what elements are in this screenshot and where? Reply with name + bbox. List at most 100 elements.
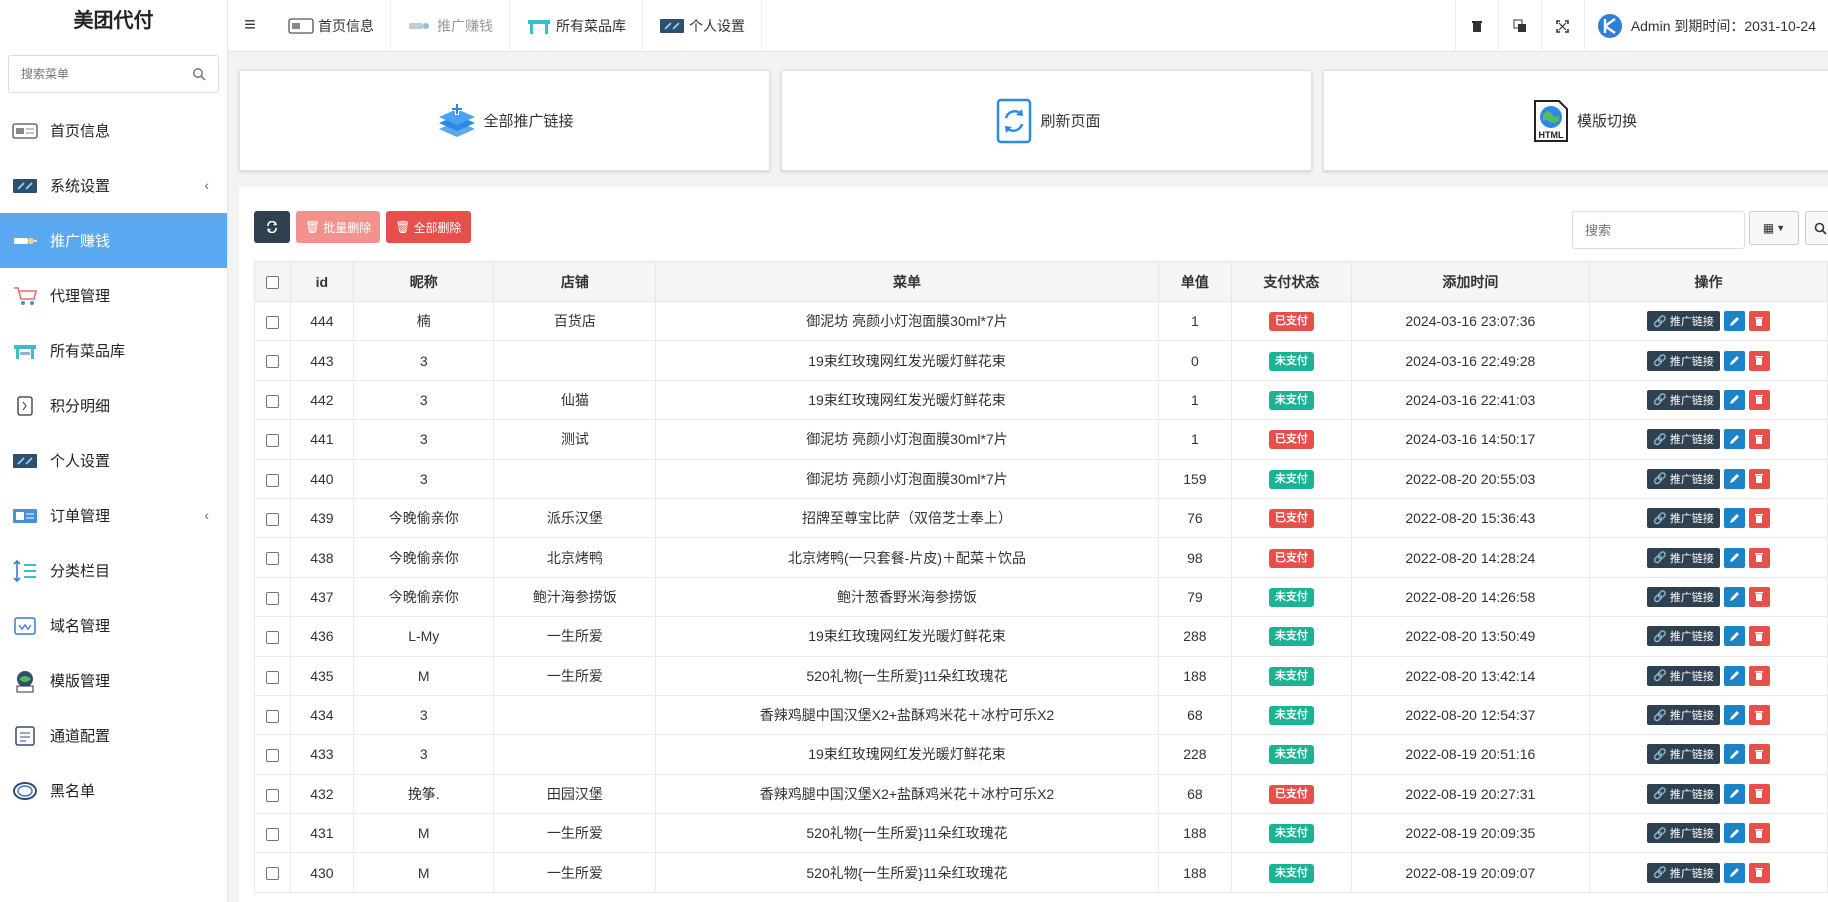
edit-button[interactable]: [1723, 547, 1745, 568]
edit-button[interactable]: [1723, 311, 1745, 332]
promo-link-button[interactable]: 🔗 推广链接: [1647, 468, 1720, 489]
edit-button[interactable]: [1723, 705, 1745, 726]
sidebar-item-category[interactable]: 分类栏目: [0, 543, 227, 598]
batch-delete-button[interactable]: 🗑 批量删除: [296, 211, 381, 243]
delete-button[interactable]: [1748, 665, 1770, 686]
search-button[interactable]: [1805, 211, 1828, 245]
delete-button[interactable]: [1748, 311, 1770, 332]
col-header-id[interactable]: id: [289, 261, 355, 302]
sidebar-item-system-settings[interactable]: 系统设置 ‹: [0, 158, 227, 213]
delete-button[interactable]: [1748, 862, 1770, 883]
tab-promote[interactable]: 推广赚钱: [391, 0, 510, 52]
tab-home-info[interactable]: 首页信息: [272, 0, 391, 52]
row-checkbox[interactable]: [254, 379, 291, 421]
refresh-page-card[interactable]: 刷新页面: [781, 70, 1312, 171]
row-checkbox[interactable]: [254, 852, 291, 893]
trash-icon[interactable]: [1454, 0, 1498, 52]
promo-link-button[interactable]: 🔗 推广链接: [1647, 508, 1720, 529]
sidebar-item-personal-settings[interactable]: 个人设置: [0, 433, 227, 488]
edit-button[interactable]: [1723, 468, 1745, 489]
edit-button[interactable]: [1723, 665, 1745, 686]
row-checkbox[interactable]: [254, 419, 291, 460]
menu-search-input[interactable]: [9, 56, 218, 92]
promo-link-button[interactable]: 🔗 推广链接: [1647, 862, 1720, 883]
promo-link-button[interactable]: 🔗 推广链接: [1647, 823, 1720, 844]
promo-link-button[interactable]: 🔗 推广链接: [1647, 744, 1720, 765]
delete-button[interactable]: [1748, 468, 1770, 489]
col-header-add-time[interactable]: 添加时间: [1350, 261, 1591, 302]
delete-button[interactable]: [1748, 705, 1770, 726]
edit-button[interactable]: [1723, 823, 1745, 844]
edit-button[interactable]: [1723, 350, 1745, 371]
delete-all-button[interactable]: 🗑 全部删除: [386, 211, 471, 243]
sidebar-item-dish-library[interactable]: 所有菜品库: [0, 323, 227, 378]
translate-icon[interactable]: [1497, 0, 1541, 52]
edit-button[interactable]: [1723, 744, 1745, 765]
edit-button[interactable]: [1723, 389, 1745, 410]
admin-info[interactable]: Admin 到期时间：2031-10-24: [1583, 0, 1828, 52]
col-header-shop[interactable]: 店铺: [493, 261, 657, 302]
row-checkbox[interactable]: [254, 616, 291, 657]
delete-button[interactable]: [1748, 586, 1770, 607]
select-all-checkbox[interactable]: [254, 261, 291, 302]
search-icon[interactable]: [192, 67, 206, 81]
sidebar-item-template[interactable]: 模版管理: [0, 653, 227, 708]
tab-dish-library[interactable]: 所有菜品库: [510, 0, 643, 52]
promo-link-button[interactable]: 🔗 推广链接: [1647, 547, 1720, 568]
delete-button[interactable]: [1748, 508, 1770, 529]
hamburger-menu-icon[interactable]: ≡: [228, 0, 272, 52]
row-checkbox[interactable]: [254, 734, 291, 775]
row-checkbox[interactable]: [254, 497, 291, 539]
fullscreen-icon[interactable]: [1540, 0, 1584, 52]
delete-button[interactable]: [1748, 783, 1770, 804]
promo-link-button[interactable]: 🔗 推广链接: [1647, 350, 1720, 371]
sidebar-item-agent[interactable]: 代理管理: [0, 268, 227, 323]
edit-button[interactable]: [1723, 429, 1745, 450]
delete-button[interactable]: [1748, 389, 1770, 410]
row-checkbox[interactable]: [254, 458, 291, 499]
promo-link-button[interactable]: 🔗 推广链接: [1647, 311, 1720, 332]
edit-button[interactable]: [1723, 862, 1745, 883]
edit-button[interactable]: [1723, 626, 1745, 647]
edit-button[interactable]: [1723, 508, 1745, 529]
columns-toggle-button[interactable]: ▦ ▼: [1749, 211, 1799, 245]
delete-button[interactable]: [1748, 350, 1770, 371]
row-checkbox[interactable]: [254, 340, 291, 381]
delete-button[interactable]: [1748, 547, 1770, 568]
col-header-pay-status[interactable]: 支付状态: [1231, 261, 1352, 302]
row-checkbox[interactable]: [254, 694, 291, 736]
promo-link-button[interactable]: 🔗 推广链接: [1647, 705, 1720, 726]
col-header-nickname[interactable]: 昵称: [353, 261, 495, 302]
col-header-price[interactable]: 单值: [1157, 261, 1233, 302]
tab-personal-settings[interactable]: 个人设置: [643, 0, 762, 52]
row-checkbox[interactable]: [254, 576, 291, 618]
promo-link-button[interactable]: 🔗 推广链接: [1647, 429, 1720, 450]
row-checkbox[interactable]: [254, 773, 291, 815]
sidebar-item-promote[interactable]: 推广赚钱: [0, 213, 227, 268]
promo-link-button[interactable]: 🔗 推广链接: [1647, 626, 1720, 647]
delete-button[interactable]: [1748, 823, 1770, 844]
sidebar-item-home-info[interactable]: 首页信息: [0, 103, 227, 158]
row-checkbox[interactable]: [254, 813, 291, 854]
delete-button[interactable]: [1748, 626, 1770, 647]
template-switch-card[interactable]: HTML 模版切换: [1323, 70, 1828, 171]
promo-link-button[interactable]: 🔗 推广链接: [1647, 586, 1720, 607]
delete-button[interactable]: [1748, 744, 1770, 765]
delete-button[interactable]: [1748, 429, 1770, 450]
sidebar-item-channel[interactable]: 通道配置: [0, 708, 227, 763]
row-checkbox[interactable]: [254, 300, 291, 342]
refresh-button[interactable]: [254, 211, 290, 243]
promo-link-button[interactable]: 🔗 推广链接: [1647, 665, 1720, 686]
sidebar-item-blacklist[interactable]: 黑名单: [0, 763, 227, 818]
sidebar-item-orders[interactable]: 订单管理 ‹: [0, 488, 227, 543]
promo-link-button[interactable]: 🔗 推广链接: [1647, 783, 1720, 804]
sidebar-item-domain[interactable]: 域名管理: [0, 598, 227, 653]
promo-link-button[interactable]: 🔗 推广链接: [1647, 389, 1720, 410]
edit-button[interactable]: [1723, 586, 1745, 607]
col-header-menu[interactable]: 菜单: [655, 261, 1159, 302]
edit-button[interactable]: [1723, 783, 1745, 804]
row-checkbox[interactable]: [254, 537, 291, 578]
table-search-input[interactable]: [1573, 212, 1744, 248]
all-promo-links-card[interactable]: 全部推广链接: [239, 70, 770, 171]
sidebar-item-points[interactable]: 积分明细: [0, 378, 227, 433]
